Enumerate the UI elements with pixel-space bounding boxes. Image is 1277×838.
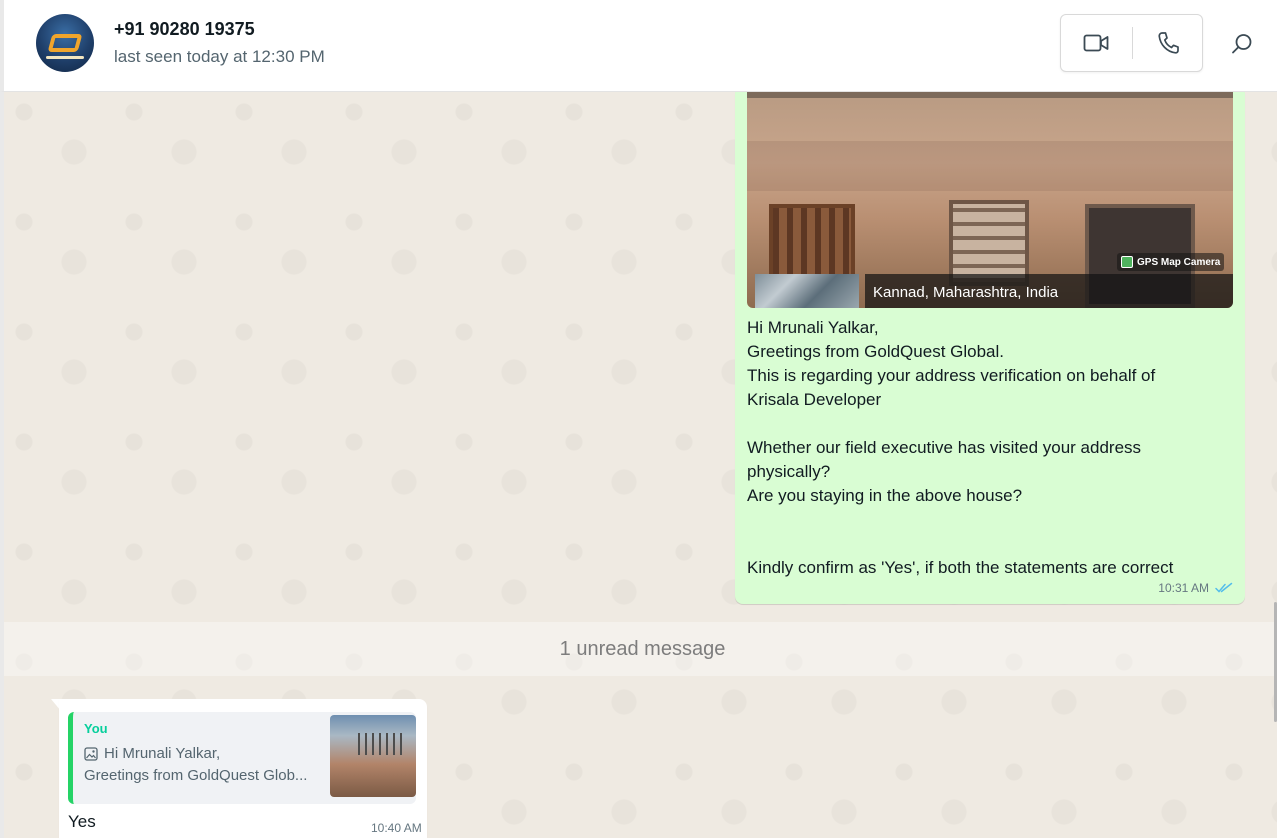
quote-thumbnail — [330, 715, 416, 797]
photo-roofline — [747, 92, 1233, 98]
contact-avatar[interactable] — [36, 14, 94, 72]
message-photo[interactable]: GPS Map Camera Kannad, Maharashtra, Indi… — [747, 92, 1233, 308]
call-button-group — [1060, 14, 1203, 72]
unread-divider: 1 unread message — [4, 622, 1277, 676]
message-line: physically? — [747, 462, 831, 481]
photo-location-label: Kannad, Maharashtra, India — [865, 274, 1233, 308]
quoted-message[interactable]: You Hi Mrunali Yalkar, Greetings from Go… — [68, 712, 416, 804]
photo-wooden-window — [769, 204, 855, 284]
thumbnail-grill — [358, 733, 402, 755]
quote-author: You — [84, 721, 108, 736]
search-icon — [1232, 34, 1252, 54]
photo-icon — [84, 746, 98, 761]
chat-header: +91 90280 19375 last seen today at 12:30… — [0, 0, 1277, 92]
message-line: Greetings from GoldQuest Global. — [747, 342, 1005, 361]
contact-name[interactable]: +91 90280 19375 — [114, 19, 255, 40]
outgoing-message-bubble[interactable]: GPS Map Camera Kannad, Maharashtra, Indi… — [735, 92, 1245, 604]
gps-watermark: GPS Map Camera — [1117, 253, 1225, 271]
last-seen-status: last seen today at 12:30 PM — [114, 47, 325, 66]
outgoing-message-text: Hi Mrunali Yalkar, Greetings from GoldQu… — [747, 316, 1237, 580]
incoming-message-time: 10:40 AM — [371, 821, 422, 835]
photo-wall — [747, 141, 1233, 191]
photo-map-thumbnail — [755, 274, 859, 308]
quote-first-line: Hi Mrunali Yalkar, — [84, 745, 220, 762]
chat-area[interactable]: GPS Map Camera Kannad, Maharashtra, Indi… — [0, 92, 1277, 838]
gps-camera-icon — [1121, 256, 1133, 268]
message-line: Kindly confirm as 'Yes', if both the sta… — [747, 558, 1174, 577]
quote-second-line: Greetings from GoldQuest Glob... — [84, 767, 308, 784]
incoming-message-text: Yes — [68, 812, 96, 831]
quote-first-line-text: Hi Mrunali Yalkar, — [104, 745, 221, 762]
double-check-icon — [1215, 582, 1233, 593]
unread-label: 1 unread message — [559, 637, 726, 660]
message-line: Hi Mrunali Yalkar, — [747, 318, 879, 337]
outgoing-message-time: 10:31 AM — [1158, 581, 1209, 595]
search-button[interactable] — [1226, 28, 1258, 60]
gps-watermark-text: GPS Map Camera — [1137, 256, 1221, 268]
message-line: This is regarding your address verificat… — [747, 366, 1156, 385]
message-line: Whether our field executive has visited … — [747, 438, 1142, 457]
incoming-message-bubble[interactable]: You Hi Mrunali Yalkar, Greetings from Go… — [59, 699, 427, 838]
video-call-button[interactable] — [1061, 15, 1131, 71]
message-line: Are you staying in the above house? — [747, 486, 1023, 505]
company-logo-mark — [47, 34, 83, 52]
phone-icon — [1158, 32, 1179, 54]
voice-call-button[interactable] — [1133, 15, 1203, 71]
message-line: Krisala Developer — [747, 390, 882, 409]
company-logo-bar — [46, 56, 84, 59]
video-camera-icon — [1083, 34, 1109, 52]
